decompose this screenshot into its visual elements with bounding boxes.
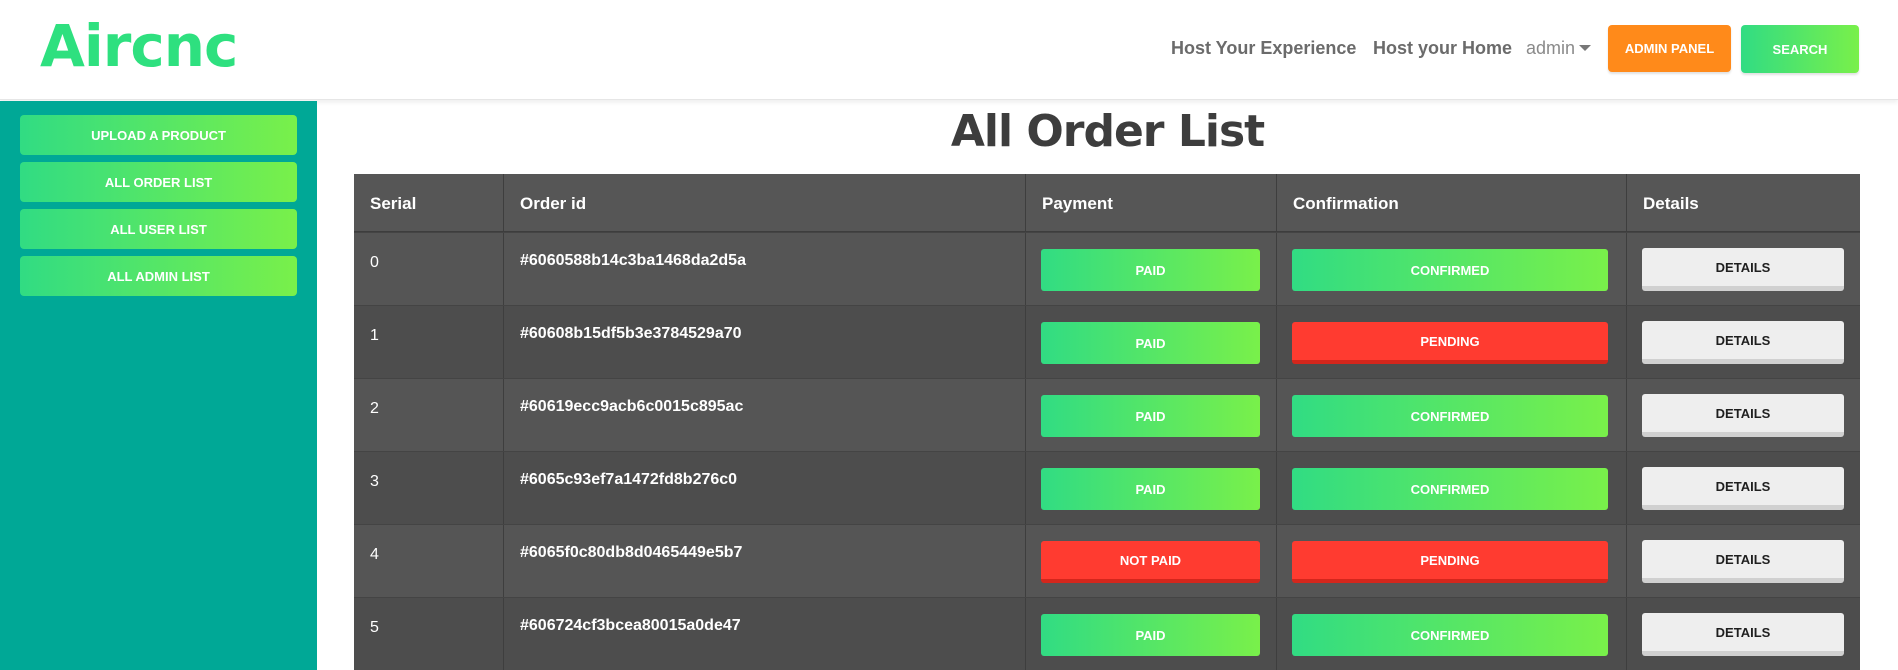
order-id-cell: #6065f0c80db8d0465449e5b7 — [504, 525, 1026, 597]
serial-number: 3 — [370, 473, 379, 490]
table-row: 1 #60608b15df5b3e3784529a70 PAID PENDING… — [354, 305, 1860, 378]
confirmation-status-button[interactable]: PENDING — [1292, 541, 1608, 583]
serial-cell: 4 — [354, 525, 504, 597]
confirmation-cell: CONFIRMED — [1277, 598, 1627, 670]
column-header-order-id: Order id — [520, 194, 587, 213]
serial-number: 1 — [370, 327, 379, 344]
payment-cell: PAID — [1026, 233, 1277, 305]
details-button[interactable]: DETAILS — [1642, 467, 1844, 510]
confirmation-status-button[interactable]: CONFIRMED — [1292, 468, 1608, 510]
details-cell: DETAILS — [1627, 452, 1860, 524]
details-button[interactable]: DETAILS — [1642, 321, 1844, 364]
user-name: admin — [1526, 38, 1576, 58]
table-row: 3 #6065c93ef7a1472fd8b276c0 PAID CONFIRM… — [354, 451, 1860, 524]
order-id: #6060588b14c3ba1468da2d5a — [520, 252, 746, 269]
order-id-cell: #60619ecc9acb6c0015c895ac — [504, 379, 1026, 451]
logo[interactable]: Aircnc — [40, 12, 238, 80]
nav-link-host-home[interactable]: Host your Home — [1373, 38, 1512, 59]
serial-number: 0 — [370, 254, 379, 271]
payment-status-button[interactable]: PAID — [1041, 249, 1260, 291]
table-row: 2 #60619ecc9acb6c0015c895ac PAID CONFIRM… — [354, 378, 1860, 451]
search-button[interactable]: SEARCH — [1741, 25, 1859, 73]
order-id: #60619ecc9acb6c0015c895ac — [520, 398, 744, 415]
sidebar-item-upload-product[interactable]: UPLOAD A PRODUCT — [20, 115, 297, 155]
user-dropdown[interactable]: admin — [1526, 38, 1592, 59]
serial-number: 2 — [370, 400, 379, 417]
serial-number: 4 — [370, 546, 379, 563]
details-cell: DETAILS — [1627, 379, 1860, 451]
payment-status-button[interactable]: PAID — [1041, 395, 1260, 437]
header-cell: Serial — [354, 174, 504, 231]
confirmation-status-button[interactable]: PENDING — [1292, 322, 1608, 364]
payment-cell: PAID — [1026, 379, 1277, 451]
sidebar-item-all-admin-list[interactable]: ALL ADMIN LIST — [20, 256, 297, 296]
column-header-payment: Payment — [1042, 194, 1113, 213]
serial-cell: 0 — [354, 233, 504, 305]
details-button[interactable]: DETAILS — [1642, 394, 1844, 437]
column-header-serial: Serial — [370, 194, 417, 213]
payment-status-button[interactable]: PAID — [1041, 468, 1260, 510]
admin-panel-button[interactable]: ADMIN PANEL — [1608, 25, 1731, 72]
confirmation-cell: PENDING — [1277, 306, 1627, 378]
payment-cell: PAID — [1026, 452, 1277, 524]
confirmation-cell: CONFIRMED — [1277, 379, 1627, 451]
payment-status-button[interactable]: PAID — [1041, 322, 1260, 364]
table-row: 0 #6060588b14c3ba1468da2d5a PAID CONFIRM… — [354, 232, 1860, 305]
sidebar-item-all-order-list[interactable]: ALL ORDER LIST — [20, 162, 297, 202]
confirmation-status-button[interactable]: CONFIRMED — [1292, 614, 1608, 656]
header-cell: Confirmation — [1277, 174, 1627, 231]
payment-cell: PAID — [1026, 598, 1277, 670]
payment-cell: PAID — [1026, 306, 1277, 378]
details-button[interactable]: DETAILS — [1642, 248, 1844, 291]
serial-cell: 2 — [354, 379, 504, 451]
column-header-confirmation: Confirmation — [1293, 194, 1399, 213]
header-cell: Details — [1627, 174, 1860, 231]
column-header-details: Details — [1643, 194, 1699, 213]
order-id: #60608b15df5b3e3784529a70 — [520, 325, 742, 342]
order-id: #6065c93ef7a1472fd8b276c0 — [520, 471, 738, 488]
caret-down-icon — [1579, 45, 1592, 51]
serial-cell: 3 — [354, 452, 504, 524]
serial-number: 5 — [370, 619, 379, 636]
payment-status-button[interactable]: NOT PAID — [1041, 541, 1260, 583]
order-id: #606724cf3bcea80015a0de47 — [520, 617, 741, 634]
details-cell: DETAILS — [1627, 525, 1860, 597]
order-id-cell: #60608b15df5b3e3784529a70 — [504, 306, 1026, 378]
details-cell: DETAILS — [1627, 233, 1860, 305]
order-id-cell: #606724cf3bcea80015a0de47 — [504, 598, 1026, 670]
serial-cell: 1 — [354, 306, 504, 378]
details-cell: DETAILS — [1627, 306, 1860, 378]
sidebar-item-all-user-list[interactable]: ALL USER LIST — [20, 209, 297, 249]
header-cell: Order id — [504, 174, 1026, 231]
order-table: Serial Order id Payment Confirmation Det… — [354, 174, 1860, 670]
confirmation-cell: PENDING — [1277, 525, 1627, 597]
confirmation-status-button[interactable]: CONFIRMED — [1292, 395, 1608, 437]
order-id: #6065f0c80db8d0465449e5b7 — [520, 544, 743, 561]
page-title: All Order List — [950, 106, 1265, 157]
payment-cell: NOT PAID — [1026, 525, 1277, 597]
details-button[interactable]: DETAILS — [1642, 613, 1844, 656]
confirmation-cell: CONFIRMED — [1277, 452, 1627, 524]
order-id-cell: #6060588b14c3ba1468da2d5a — [504, 233, 1026, 305]
serial-cell: 5 — [354, 598, 504, 670]
confirmation-status-button[interactable]: CONFIRMED — [1292, 249, 1608, 291]
confirmation-cell: CONFIRMED — [1277, 233, 1627, 305]
table-header-row: Serial Order id Payment Confirmation Det… — [354, 174, 1860, 232]
top-navbar: Aircnc Host Your Experience Host your Ho… — [0, 0, 1898, 100]
table-row: 4 #6065f0c80db8d0465449e5b7 NOT PAID PEN… — [354, 524, 1860, 597]
order-id-cell: #6065c93ef7a1472fd8b276c0 — [504, 452, 1026, 524]
details-button[interactable]: DETAILS — [1642, 540, 1844, 583]
sidebar: UPLOAD A PRODUCT ALL ORDER LIST ALL USER… — [0, 101, 317, 670]
table-row: 5 #606724cf3bcea80015a0de47 PAID CONFIRM… — [354, 597, 1860, 670]
header-cell: Payment — [1026, 174, 1277, 231]
details-cell: DETAILS — [1627, 598, 1860, 670]
nav-link-host-experience[interactable]: Host Your Experience — [1171, 38, 1356, 59]
payment-status-button[interactable]: PAID — [1041, 614, 1260, 656]
